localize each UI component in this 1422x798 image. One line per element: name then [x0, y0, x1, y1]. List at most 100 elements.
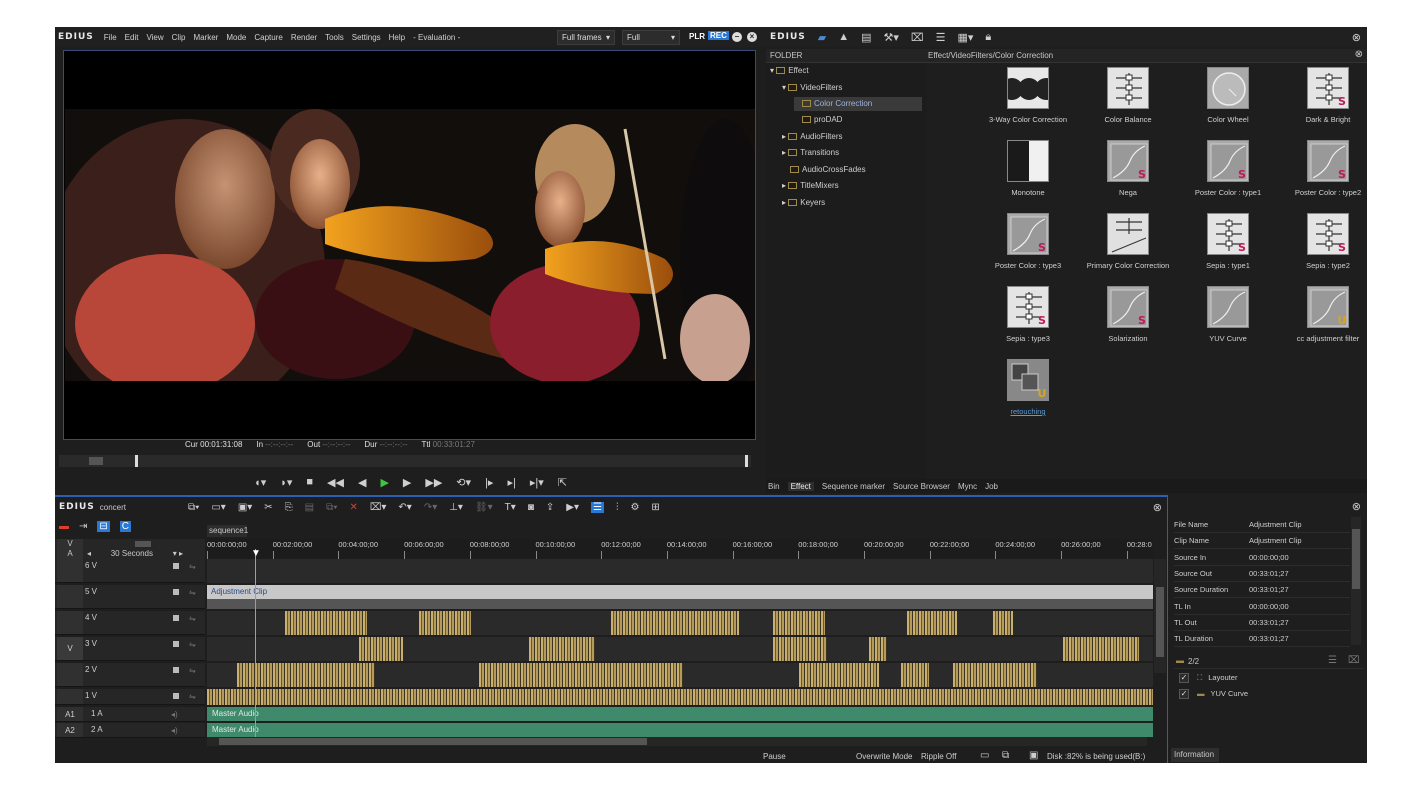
player-scrub-bar[interactable] [59, 455, 751, 467]
filter-row-yuv-curve[interactable]: ✓ ▬ YUV Curve [1179, 689, 1248, 699]
open-icon[interactable]: ▭▾ [211, 502, 225, 513]
track-header[interactable]: 4 V ⇋ [55, 611, 205, 635]
video-scrollbar[interactable] [1154, 559, 1166, 673]
effect-item[interactable]: S Sepia : type3 [978, 286, 1078, 343]
insert-icon[interactable]: |▸ [485, 476, 493, 489]
effect-item[interactable]: 3-Way Color Correction [978, 67, 1078, 124]
set-out-icon[interactable]: ◗▾ [280, 476, 292, 489]
bin-close-icon[interactable]: ⊗ [1352, 31, 1361, 44]
track-side-cell[interactable] [57, 663, 83, 686]
tree-item-titlemixers[interactable]: ▸ TitleMixers [782, 179, 839, 193]
audio-side-label[interactable]: A2 [57, 723, 83, 737]
menu-view[interactable]: View [142, 33, 167, 42]
track-header[interactable]: 5 V ⇋ [55, 585, 205, 609]
scrollbar-thumb[interactable] [1156, 587, 1164, 657]
play-icon[interactable]: ▶ [380, 476, 388, 489]
open-folder-icon[interactable]: ▤ [861, 31, 871, 44]
zoom-slider[interactable] [135, 541, 151, 547]
menu-tools[interactable]: Tools [321, 33, 348, 42]
video-clip[interactable] [901, 663, 929, 687]
tree-item-audiofilters[interactable]: ▸ AudioFilters [782, 130, 843, 144]
snapshot-icon[interactable]: ◙ [528, 502, 534, 513]
audio-track-header[interactable]: A2 2 A ◂) [55, 723, 205, 738]
track-lane[interactable] [207, 637, 1153, 661]
video-clip[interactable] [419, 611, 471, 635]
effect-item[interactable]: S Nega [1078, 140, 1178, 197]
stop-icon[interactable]: ■ [306, 476, 313, 488]
title-icon[interactable]: T▾ [505, 502, 516, 513]
effect-item[interactable]: S Sepia : type1 [1178, 213, 1278, 270]
tab-job[interactable]: Job [985, 482, 998, 491]
track-header[interactable]: V3 V ⇋ [55, 637, 205, 661]
export-icon[interactable]: ⇪ [546, 502, 554, 513]
save-icon[interactable]: ▣▾ [238, 502, 252, 513]
monitor-icon[interactable]: ▭ [980, 750, 989, 761]
menu-capture[interactable]: Capture [250, 33, 286, 42]
link-icon[interactable]: ⛓▾ [475, 502, 493, 513]
track-lane[interactable] [207, 611, 1153, 635]
grid-view-icon[interactable]: ▦▾ [957, 31, 973, 44]
tree-item-color-correction[interactable]: Color Correction [794, 97, 922, 111]
effect-item[interactable]: S Poster Color : type1 [1178, 140, 1278, 197]
step-back-icon[interactable]: ◀ [358, 476, 366, 489]
effect-item[interactable]: S Poster Color : type2 [1278, 140, 1367, 197]
list-view-icon[interactable]: ☰ [936, 31, 946, 44]
playhead-icon[interactable]: ▼ [251, 549, 261, 559]
ripple-icon[interactable]: C [119, 521, 132, 532]
set-in-icon[interactable]: ◖▾ [254, 476, 266, 489]
effect-item[interactable]: Uretouching [978, 359, 1078, 416]
speaker-icon[interactable]: ◂) [171, 710, 178, 719]
track-lock-icon[interactable] [173, 589, 179, 595]
settings-icon[interactable]: ⚙ [630, 502, 639, 513]
timeline-ruler[interactable]: 00:00:00;00 00:02:00;00 00:04:00;00 00:06:0… [207, 539, 1153, 559]
track-lock-icon[interactable] [173, 563, 179, 569]
folder-icon[interactable]: ▰ [818, 31, 826, 44]
close-icon[interactable]: × [747, 32, 757, 42]
video-clip[interactable] [237, 663, 375, 687]
delete-icon[interactable]: ✕ [349, 502, 357, 513]
track-lane[interactable] [207, 663, 1153, 687]
tab-effect[interactable]: Effect [787, 481, 814, 491]
track-lock-icon[interactable] [173, 693, 179, 699]
quality-select[interactable]: Full ▾ [622, 30, 680, 45]
track-sync-icon[interactable]: ⇋ [189, 666, 196, 675]
overwrite-icon[interactable]: ▸| [507, 476, 515, 489]
tab-bin[interactable]: Bin [768, 482, 780, 491]
zoom-select[interactable]: ◂ 30 Seconds ▾ ▸ [87, 549, 183, 559]
video-clip[interactable] [993, 611, 1013, 635]
minimize-icon[interactable]: – [732, 32, 742, 42]
track-sync-icon[interactable]: ⇋ [189, 614, 196, 623]
rewind-icon[interactable]: ◀◀ [327, 476, 344, 489]
menu-clip[interactable]: Clip [168, 33, 190, 42]
ripple-delete-icon[interactable]: ⌧▾ [370, 502, 387, 513]
tree-item-keyers[interactable]: ▸ Keyers [782, 196, 825, 210]
effect-item[interactable]: YUV Curve [1178, 286, 1278, 343]
razor-icon[interactable]: ⊥▾ [449, 502, 463, 513]
track-side-cell[interactable]: V [57, 637, 83, 660]
menu-help[interactable]: Help [385, 33, 409, 42]
step-forward-icon[interactable]: ▶ [403, 476, 411, 489]
video-clip[interactable] [285, 611, 367, 635]
paste-icon[interactable]: ▤ [305, 502, 314, 513]
mixer-icon[interactable]: ⫶ [616, 502, 619, 513]
video-clip[interactable] [953, 663, 1037, 687]
effect-item[interactable]: Color Wheel [1178, 67, 1278, 124]
video-clip[interactable] [479, 663, 683, 687]
track-side-cell[interactable] [57, 559, 83, 582]
up-icon[interactable]: ▲ [838, 31, 849, 43]
effect-item[interactable]: S Dark & Bright [1278, 67, 1367, 124]
tab-source-browser[interactable]: Source Browser [893, 482, 950, 491]
redo-icon[interactable]: ↷▾ [424, 502, 437, 513]
copy-icon[interactable]: ⎘ [285, 502, 293, 513]
frames-select[interactable]: Full frames ▾ [557, 30, 615, 45]
rec-button[interactable]: REC [708, 31, 729, 40]
info-scrollbar-thumb[interactable] [1352, 529, 1360, 589]
player-viewer[interactable] [63, 50, 756, 440]
checkbox-icon[interactable]: ✓ [1179, 673, 1189, 683]
render-status-icon[interactable]: ⧉ [1002, 750, 1009, 761]
tree-item-videofilters[interactable]: ▾ VideoFilters [782, 81, 842, 95]
undo-icon[interactable]: ↶▾ [398, 502, 411, 513]
track-header[interactable]: 1 V ⇋ [55, 689, 205, 705]
lock-icon[interactable]: 🔒︎ [985, 31, 991, 44]
menu-settings[interactable]: Settings [348, 33, 385, 42]
